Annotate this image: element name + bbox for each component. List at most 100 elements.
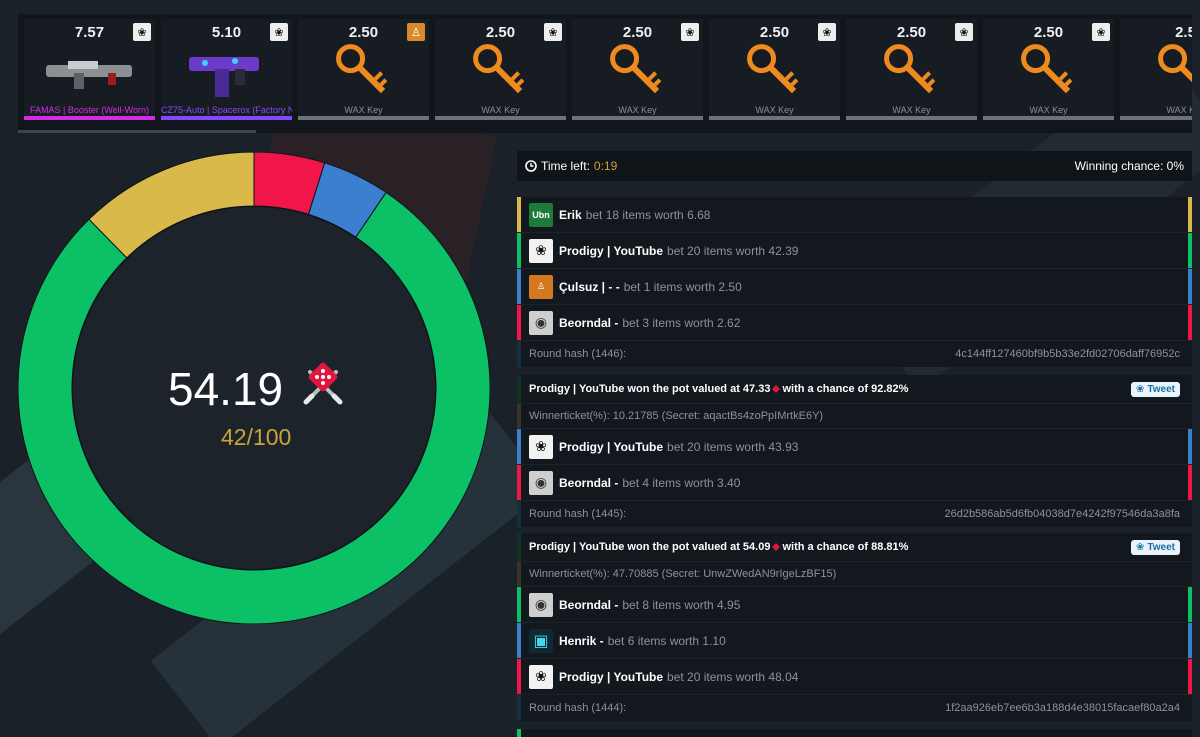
- rarity-bar: [298, 116, 429, 120]
- item-name: WAX Key: [344, 105, 383, 115]
- tweet-button[interactable]: ❀ Tweet: [1131, 381, 1180, 397]
- wax-key-icon: [860, 43, 963, 101]
- round-hash-value: 26d2b586ab5d6fb04038d7e4242f97546da3a8fa: [944, 508, 1180, 520]
- bet-row[interactable]: ▣ Henrik - bet 6 items worth 1.10: [517, 623, 1192, 659]
- time-left-value: 0:19: [593, 159, 618, 173]
- bet-color-stripe: [1188, 305, 1192, 340]
- history-round-1445: Prodigy | YouTube won the pot valued at …: [517, 375, 1192, 527]
- pot-item-card[interactable]: 2.50 ♙ WAX Key: [298, 19, 429, 120]
- history-round-next: [517, 729, 1192, 737]
- round-hash-label: Round hash (1444):: [529, 702, 627, 714]
- wax-key-icon: [586, 43, 689, 101]
- pot-item-card[interactable]: 2.50 ❀ WAX Key: [572, 19, 703, 120]
- bet-color-stripe: [517, 659, 521, 694]
- wax-key-icon: [449, 43, 552, 101]
- bet-color-stripe: [517, 623, 521, 658]
- player-name[interactable]: Prodigy | YouTube: [559, 440, 663, 454]
- owner-avatar-icon: ❀: [133, 23, 151, 41]
- player-avatar[interactable]: ◉: [529, 310, 553, 335]
- bet-color-stripe: [1188, 269, 1192, 304]
- bet-description: bet 6 items worth 1.10: [607, 633, 726, 648]
- player-name[interactable]: Henrik -: [559, 634, 604, 648]
- bet-row[interactable]: ♙ Çulsuz | - - bet 1 items worth 2.50: [517, 269, 1192, 305]
- rarity-bar: [709, 116, 840, 120]
- bet-color-stripe: [1188, 197, 1192, 232]
- player-name[interactable]: Erik: [559, 208, 582, 222]
- pot-item-card[interactable]: 2.50 ❀ WAX Key: [435, 19, 566, 120]
- round-hash-label: Round hash (1445):: [529, 508, 627, 520]
- bet-row[interactable]: Ubn Erik bet 18 items worth 6.68: [517, 197, 1192, 233]
- winning-chance-value: 0%: [1166, 159, 1184, 173]
- round-hash-label: Round hash (1446):: [529, 348, 627, 360]
- bet-description: bet 20 items worth 48.04: [667, 669, 799, 684]
- weapon-skin-icon: [175, 43, 278, 101]
- bet-color-stripe: [517, 465, 521, 500]
- bet-row[interactable]: ◉ Beorndal - bet 8 items worth 4.95: [517, 587, 1192, 623]
- owner-avatar-icon: ❀: [818, 23, 836, 41]
- item-name: CZ75-Auto | Spacerox (Factory New): [161, 105, 292, 115]
- pot-item-card[interactable]: 5.10❀CZ75-Auto | Spacerox (Factory New): [161, 19, 292, 120]
- wax-key-icon: [1134, 43, 1192, 101]
- pot-item-card[interactable]: 2.50 ❀ WAX Key: [983, 19, 1114, 120]
- bet-row[interactable]: ❀ Prodigy | YouTube bet 20 items worth 43.…: [517, 429, 1192, 465]
- wax-key-icon: [723, 43, 826, 101]
- player-avatar[interactable]: ❀: [529, 434, 553, 459]
- player-name[interactable]: Prodigy | YouTube: [559, 670, 663, 684]
- bet-row[interactable]: ◉ Beorndal - bet 4 items worth 3.40: [517, 465, 1192, 501]
- player-avatar[interactable]: Ubn: [529, 202, 553, 227]
- gem-icon: [771, 384, 781, 394]
- round-hash-row: Round hash (1446): 4c144ff127460bf9b5b33e…: [517, 341, 1192, 367]
- player-avatar[interactable]: ◉: [529, 470, 553, 495]
- player-name[interactable]: Prodigy | YouTube: [559, 244, 663, 258]
- bet-color-stripe: [517, 233, 521, 268]
- bet-description: bet 18 items worth 6.68: [585, 207, 711, 222]
- round-hash-row: Round hash (1444): 1f2aa926eb7ee6b3a188d4…: [517, 695, 1192, 721]
- bet-description: bet 8 items worth 4.95: [622, 597, 741, 612]
- tweet-label: Tweet: [1147, 383, 1175, 395]
- bet-color-stripe: [1188, 233, 1192, 268]
- weapon-skin-icon: [38, 43, 141, 101]
- tweet-button[interactable]: ❀ Tweet: [1131, 539, 1180, 555]
- item-name: FAMAS | Booster (Well-Worn): [29, 105, 150, 115]
- pot-item-card[interactable]: 7.57 ❀ FAMAS | Booster (Well-Worn): [24, 19, 155, 120]
- bet-row[interactable]: ◉ Beorndal - bet 3 items worth 2.62: [517, 305, 1192, 341]
- win-chance-text: with a chance of 88.81%: [782, 541, 909, 553]
- player-avatar[interactable]: ◉: [529, 592, 553, 617]
- rarity-bar: [846, 116, 977, 120]
- bet-color-stripe: [517, 269, 521, 304]
- ticket-stripe: [517, 562, 521, 586]
- item-name: WAX Key: [892, 105, 931, 115]
- winner-stripe: [517, 533, 521, 561]
- pot-item-card[interactable]: 2.5❀WAX Key: [1120, 19, 1192, 120]
- round-timer-bar: Time left: 0:19 Winning chance: 0%: [517, 151, 1192, 181]
- hash-stripe: [517, 501, 521, 527]
- hash-stripe: [517, 695, 521, 721]
- wax-key-icon: [312, 43, 415, 101]
- owner-avatar-icon: ❀: [681, 23, 699, 41]
- strip-scrollbar[interactable]: [18, 130, 256, 133]
- clock-icon: [525, 160, 537, 172]
- bet-color-stripe: [517, 305, 521, 340]
- player-name[interactable]: Beorndal -: [559, 476, 618, 490]
- pot-items-strip[interactable]: 7.57 ❀ FAMAS | Booster (Well-Worn) 5.10 ❀ CZ7…: [18, 14, 1192, 133]
- winner-text-group: Prodigy | YouTube won the pot valued at …: [529, 541, 908, 553]
- player-name[interactable]: Beorndal -: [559, 598, 618, 612]
- ticket-stripe: [517, 404, 521, 428]
- bet-row[interactable]: ❀ Prodigy | YouTube bet 20 items worth 48.…: [517, 659, 1192, 695]
- wax-key-icon: [997, 43, 1100, 101]
- player-avatar[interactable]: ❀: [529, 664, 553, 689]
- bet-color-stripe: [1188, 659, 1192, 694]
- player-avatar[interactable]: ♙: [529, 274, 553, 299]
- owner-avatar-icon: ♙: [407, 23, 425, 41]
- player-avatar[interactable]: ❀: [529, 238, 553, 263]
- rarity-bar: [435, 116, 566, 120]
- player-avatar[interactable]: ▣: [529, 628, 553, 653]
- bet-color-stripe: [517, 429, 521, 464]
- pot-item-card[interactable]: 2.50 ❀ WAX Key: [709, 19, 840, 120]
- player-name[interactable]: Çulsuz | - -: [559, 280, 620, 294]
- player-name[interactable]: Beorndal -: [559, 316, 618, 330]
- round-hash-value: 1f2aa926eb7ee6b3a188d4e38015facaef80a2a4: [945, 702, 1180, 714]
- pot-item-card[interactable]: 2.50 ❀ WAX Key: [846, 19, 977, 120]
- bet-row[interactable]: ❀ Prodigy | YouTube bet 20 items worth 42.…: [517, 233, 1192, 269]
- round-hash-row: Round hash (1445): 26d2b586ab5d6fb04038d7…: [517, 501, 1192, 527]
